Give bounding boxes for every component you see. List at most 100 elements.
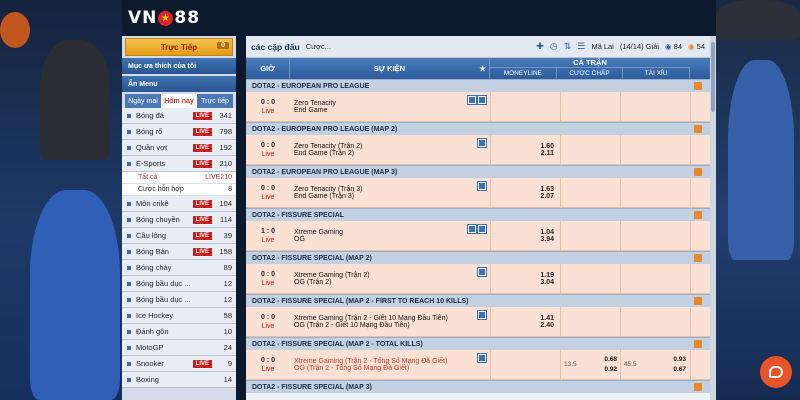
league-header[interactable]: DOTA2 - EUROPEAN PRO LEAGUE (MAP 3) <box>246 165 710 178</box>
sidebar-sport-item[interactable]: Bóng chuyền LIVE 114 <box>122 212 236 228</box>
sidebar-sport-item[interactable]: Bóng Bàn LIVE 158 <box>122 244 236 260</box>
add-icon[interactable]: ✚ <box>536 41 544 52</box>
favorite-icon[interactable] <box>477 138 487 148</box>
favorite-icon[interactable] <box>477 267 487 277</box>
collapse-icon[interactable] <box>694 211 702 219</box>
overunder-cell[interactable] <box>620 221 690 250</box>
favorite-icon[interactable] <box>477 95 487 105</box>
handicap-away-odds[interactable]: 0.92 <box>604 366 617 373</box>
sidebar-sport-item[interactable]: Boxing 14 <box>122 372 236 388</box>
match-teams[interactable]: Zero Tenacity (Trận 2) End Game (Trận 2) <box>290 135 490 164</box>
sidebar-sport-item[interactable]: Bóng chày 89 <box>122 260 236 276</box>
sidebar-sport-item[interactable]: Bóng bầu dục ... 12 <box>122 276 236 292</box>
hide-menu-header[interactable]: Ẩn Menu <box>122 76 236 92</box>
league-header[interactable]: DOTA2 - FISSURE SPECIAL (MAP 2) <box>246 251 710 264</box>
handicap-cell[interactable] <box>560 221 620 250</box>
chat-button[interactable] <box>760 356 792 388</box>
sidebar-sport-item[interactable]: Bóng rổ LIVE 798 <box>122 124 236 140</box>
tab-tomorrow[interactable]: Ngày mai <box>125 94 161 108</box>
tab-today[interactable]: Hôm nay <box>161 94 197 108</box>
under-odds[interactable]: 0.67 <box>673 366 686 373</box>
live-now-button[interactable]: Trực Tiếp 0 <box>125 38 233 56</box>
handicap-cell[interactable] <box>560 178 620 207</box>
overunder-cell[interactable] <box>620 92 690 121</box>
favorite-icon[interactable] <box>477 181 487 191</box>
match-teams[interactable]: Zero Tenacity End Game <box>290 92 490 121</box>
odds-home[interactable]: 1.63 <box>540 186 554 193</box>
moneyline-cell[interactable] <box>490 350 560 379</box>
favorite-icon[interactable] <box>477 353 487 363</box>
sidebar-sport-item[interactable]: Tất cả LIVE 210 <box>122 172 236 184</box>
moneyline-cell[interactable]: 1.63 2.07 <box>490 178 560 207</box>
match-teams[interactable]: Xtreme Gaming OG <box>290 221 490 250</box>
league-header[interactable]: DOTA2 - EUROPEAN PRO LEAGUE <box>246 79 710 92</box>
sidebar-sport-item[interactable]: Môn crikê LIVE 104 <box>122 196 236 212</box>
moneyline-cell[interactable]: 1.41 2.40 <box>490 307 560 336</box>
match-teams[interactable]: Xtreme Gaming (Trận 2) OG (Trận 2) <box>290 264 490 293</box>
clock-icon[interactable]: ◷ <box>550 41 558 52</box>
list-icon[interactable]: ☰ <box>577 41 585 52</box>
match-teams[interactable]: Xtreme Gaming (Trận 2 - Giết 10 Mạng Đầu… <box>290 307 490 336</box>
sidebar-sport-item[interactable]: Cầu lông LIVE 39 <box>122 228 236 244</box>
match-teams[interactable]: Zero Tenacity (Trận 3) End Game (Trận 3) <box>290 178 490 207</box>
sidebar-sport-item[interactable]: Quần vợt LIVE 192 <box>122 140 236 156</box>
star-icon[interactable]: ★ <box>479 64 486 73</box>
overunder-cell[interactable]: 45.5 0.93 0.67 <box>620 350 690 379</box>
overunder-cell[interactable] <box>620 135 690 164</box>
league-header[interactable]: DOTA2 - EUROPEAN PRO LEAGUE (MAP 2) <box>246 122 710 135</box>
league-page-count[interactable]: (14/14) Giải <box>620 42 659 51</box>
sidebar-sport-item[interactable]: Đánh gôn 10 <box>122 324 236 340</box>
collapse-icon[interactable] <box>694 297 702 305</box>
bet-type-dropdown[interactable]: Cược... <box>306 42 331 51</box>
stats-icon[interactable] <box>467 95 477 105</box>
favorites-header[interactable]: Mục ưa thích của tôi <box>122 58 236 74</box>
collapse-icon[interactable] <box>694 254 702 262</box>
tab-live[interactable]: Trực tiếp <box>197 94 233 108</box>
odds-away[interactable]: 2.40 <box>540 322 554 329</box>
overunder-cell[interactable] <box>620 307 690 336</box>
handicap-cell[interactable] <box>560 135 620 164</box>
sidebar-sport-item[interactable]: E-Sports LIVE 210 <box>122 156 236 172</box>
handicap-cell[interactable]: 13.5 0.68 0.92 <box>560 350 620 379</box>
sidebar-sport-item[interactable]: Bóng đá LIVE 341 <box>122 108 236 124</box>
brand-logo[interactable]: VN ★ 88 <box>128 8 200 28</box>
handicap-home-odds[interactable]: 0.68 <box>604 356 617 363</box>
collapse-icon[interactable] <box>694 340 702 348</box>
collapse-icon[interactable] <box>694 168 702 176</box>
odds-home[interactable]: 1.60 <box>540 143 554 150</box>
odds-type-select[interactable]: Mã Lai <box>591 42 614 51</box>
favorite-icon[interactable] <box>477 224 487 234</box>
over-odds[interactable]: 0.93 <box>673 356 686 363</box>
odds-away[interactable]: 3.94 <box>540 236 554 243</box>
odds-home[interactable]: 1.04 <box>540 229 554 236</box>
collapse-icon[interactable] <box>694 125 702 133</box>
odds-away[interactable]: 2.11 <box>541 150 554 157</box>
league-header[interactable]: DOTA2 - FISSURE SPECIAL (MAP 2 - FIRST T… <box>246 294 710 307</box>
sidebar-sport-item[interactable]: MotoGP 24 <box>122 340 236 356</box>
odds-home[interactable]: 1.19 <box>540 272 554 279</box>
sidebar-sport-item[interactable]: Bóng bầu dục ... 12 <box>122 292 236 308</box>
moneyline-cell[interactable] <box>490 92 560 121</box>
overunder-cell[interactable] <box>620 264 690 293</box>
odds-away[interactable]: 2.07 <box>540 193 554 200</box>
collapse-icon[interactable] <box>694 383 702 391</box>
league-header[interactable]: DOTA2 - FISSURE SPECIAL <box>246 208 710 221</box>
match-teams[interactable]: Xtreme Gaming (Trận 2 - Tổng Số Mạng Đã … <box>290 350 490 379</box>
sidebar-sport-item[interactable]: Ice Hockey 58 <box>122 308 236 324</box>
handicap-cell[interactable] <box>560 307 620 336</box>
moneyline-cell[interactable]: 1.19 3.04 <box>490 264 560 293</box>
sort-icon[interactable]: ⇅ <box>564 41 572 52</box>
moneyline-cell[interactable]: 1.04 3.94 <box>490 221 560 250</box>
league-header[interactable]: DOTA2 - FISSURE SPECIAL (MAP 3) <box>246 380 710 393</box>
handicap-cell[interactable] <box>560 92 620 121</box>
handicap-cell[interactable] <box>560 264 620 293</box>
league-header[interactable]: DOTA2 - FISSURE SPECIAL (MAP 2 - TOTAL K… <box>246 337 710 350</box>
odds-away[interactable]: 3.04 <box>540 279 554 286</box>
scrollbar[interactable] <box>710 36 716 400</box>
sidebar-sport-item[interactable]: Snooker LIVE 9 <box>122 356 236 372</box>
stats-icon[interactable] <box>467 224 477 234</box>
collapse-icon[interactable] <box>694 82 702 90</box>
moneyline-cell[interactable]: 1.60 2.11 <box>490 135 560 164</box>
sidebar-sport-item[interactable]: Cược hỗn hợp 8 <box>122 184 236 196</box>
favorite-icon[interactable] <box>477 310 487 320</box>
